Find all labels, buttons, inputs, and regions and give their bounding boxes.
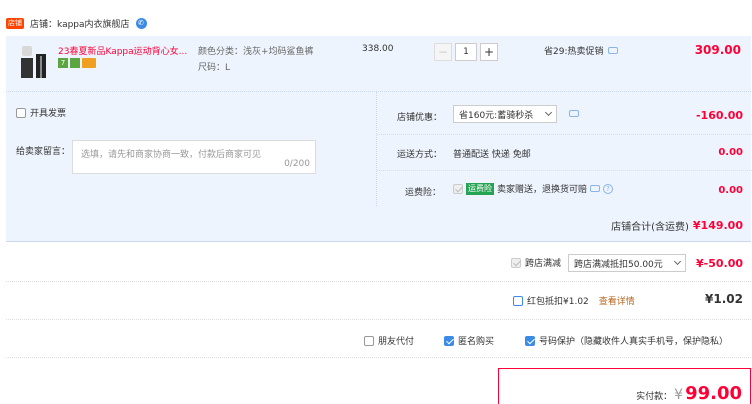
divider [377,134,752,135]
help-icon[interactable]: ? [603,183,614,194]
shop-name-link[interactable]: kappa内衣旗舰店 [57,17,130,30]
message-placeholder: 选填，请先和商家协商一致，付款后商家可见 [81,150,262,160]
cross-store-row: 跨店满减 跨店满减抵扣50.00元 ¥-50.00 [6,248,751,282]
insurance-tag: 运费险 [466,182,494,195]
guarantee-icon [70,58,80,68]
payment-summary: 实付款： ¥ 99.00 [636,383,742,404]
discount-selected: 省160元:蓄骑秒杀 [459,110,534,121]
invoice-checkbox[interactable] [16,107,26,118]
item-subtotal: 309.00 [694,43,741,57]
discount-select[interactable]: 省160元:蓄骑秒杀 [453,105,557,123]
cross-store-option: 跨店满减 [511,256,561,269]
payment-label: 实付款： [636,392,673,402]
quantity-stepper: − 1 + [434,43,498,61]
red-packet-row: 红包抵扣¥1.02 查看详情 ¥1.02 [6,282,751,320]
seven-day-return-icon: 7 [58,58,68,68]
message-counter: 0/200 [284,159,310,169]
insurance-desc: 卖家赠送，退换货可赔 [497,185,588,195]
invoice-label: 开具发票 [30,109,67,119]
item-row: 23春夏新品Kappa运动背心女... 7 颜色分类：浅灰+均码鲨鱼裤 尺码：L… [6,36,751,92]
red-packet-details-link[interactable]: 查看详情 [599,294,635,307]
chevron-down-icon [544,108,553,117]
privacy-label: 号码保护（隐藏收件人真实手机号，保护隐私） [539,337,729,347]
red-packet-checkbox[interactable] [513,295,523,306]
anonymous-label: 匿名购买 [458,337,495,347]
seller-message-label: 给卖家留言： [16,147,71,157]
quantity-increase-button[interactable]: + [480,43,498,61]
item-promo: 省29:热卖促销 [544,44,618,57]
shop-total: 店铺合计(含运费) ¥149.00 [611,218,743,233]
shipping-amount: 0.00 [718,147,743,158]
cross-store-amount: ¥-50.00 [695,257,743,270]
spec-size: 尺码：L [198,63,231,73]
service-icons: 7 [58,58,96,68]
seller-message-textarea[interactable]: 选填，请先和商家协商一致，付款后商家可见 0/200 [72,140,316,174]
payment-box: 实付款： ¥ 99.00 [498,368,751,404]
discount-label: 店铺优惠： [397,113,443,123]
shop-badge-icon: 店铺 [6,17,24,29]
cross-store-checkbox [511,257,521,268]
cross-store-label: 跨店满减 [525,259,562,269]
red-packet-amount: ¥1.02 [705,292,743,306]
product-thumbnail[interactable] [16,44,50,80]
red-packet-label: 红包抵扣¥1.02 [527,297,589,307]
privacy-option[interactable]: 号码保护（隐藏收件人真实手机号，保护隐私） [525,334,728,347]
shipping-method: 普通配送 快递 免邮 [453,150,531,160]
shop-header: 店铺 店铺： kappa内衣旗舰店 ✆ [6,16,147,30]
cross-store-select[interactable]: 跨店满减抵扣50.00元 [568,254,686,272]
insurance-info: 运费险 卖家赠送，退换货可赔 ? [453,182,614,195]
friend-pay-option[interactable]: 朋友代付 [364,334,414,347]
privacy-checkbox[interactable] [525,335,535,346]
shop-total-amount: ¥149.00 [692,219,743,232]
insurance-chat-icon[interactable] [590,185,601,192]
anonymous-checkbox[interactable] [444,335,454,346]
promo-text: 省29:热卖促销 [544,47,604,57]
friend-pay-label: 朋友代付 [378,337,415,347]
chevron-down-icon [673,257,682,266]
payment-currency: ¥ [674,387,684,403]
insurance-amount: 0.00 [718,185,743,196]
quantity-input[interactable]: 1 [455,43,477,61]
spec-color: 颜色分类：浅灰+均码鲨鱼裤 [198,47,314,57]
credit-card-icon [82,58,96,68]
divider [377,170,752,171]
discount-chat-icon[interactable] [569,110,579,117]
summary-panel: 店铺优惠： 省160元:蓄骑秒杀 -160.00 运送方式： 普通配送 快递 免… [376,92,752,206]
shipping-label: 运送方式： [397,150,443,160]
invoice-option[interactable]: 开具发票 [16,106,66,119]
quantity-decrease-button[interactable]: − [434,43,452,61]
product-title-link[interactable]: 23春夏新品Kappa运动背心女... [58,44,196,57]
insurance-checkbox [453,183,463,194]
cross-store-selected: 跨店满减抵扣50.00元 [574,259,663,270]
red-packet-option[interactable]: 红包抵扣¥1.02 查看详情 [513,294,635,307]
order-details: 开具发票 给卖家留言： 选填，请先和商家协商一致，付款后商家可见 0/200 店… [6,92,752,242]
payment-amount: 99.00 [685,383,742,404]
shop-label: 店铺： [30,19,58,30]
friend-pay-checkbox[interactable] [364,335,374,346]
options-row: 朋友代付 匿名购买 号码保护（隐藏收件人真实手机号，保护隐私） [6,322,751,358]
insurance-label: 运费险： [405,188,442,198]
promo-chat-icon[interactable] [607,47,618,54]
anonymous-option[interactable]: 匿名购买 [444,334,494,347]
shop-total-label: 店铺合计(含运费) [611,222,689,233]
wangwang-icon[interactable]: ✆ [135,17,147,29]
unit-price: 338.00 [362,44,394,54]
discount-amount: -160.00 [695,109,743,122]
